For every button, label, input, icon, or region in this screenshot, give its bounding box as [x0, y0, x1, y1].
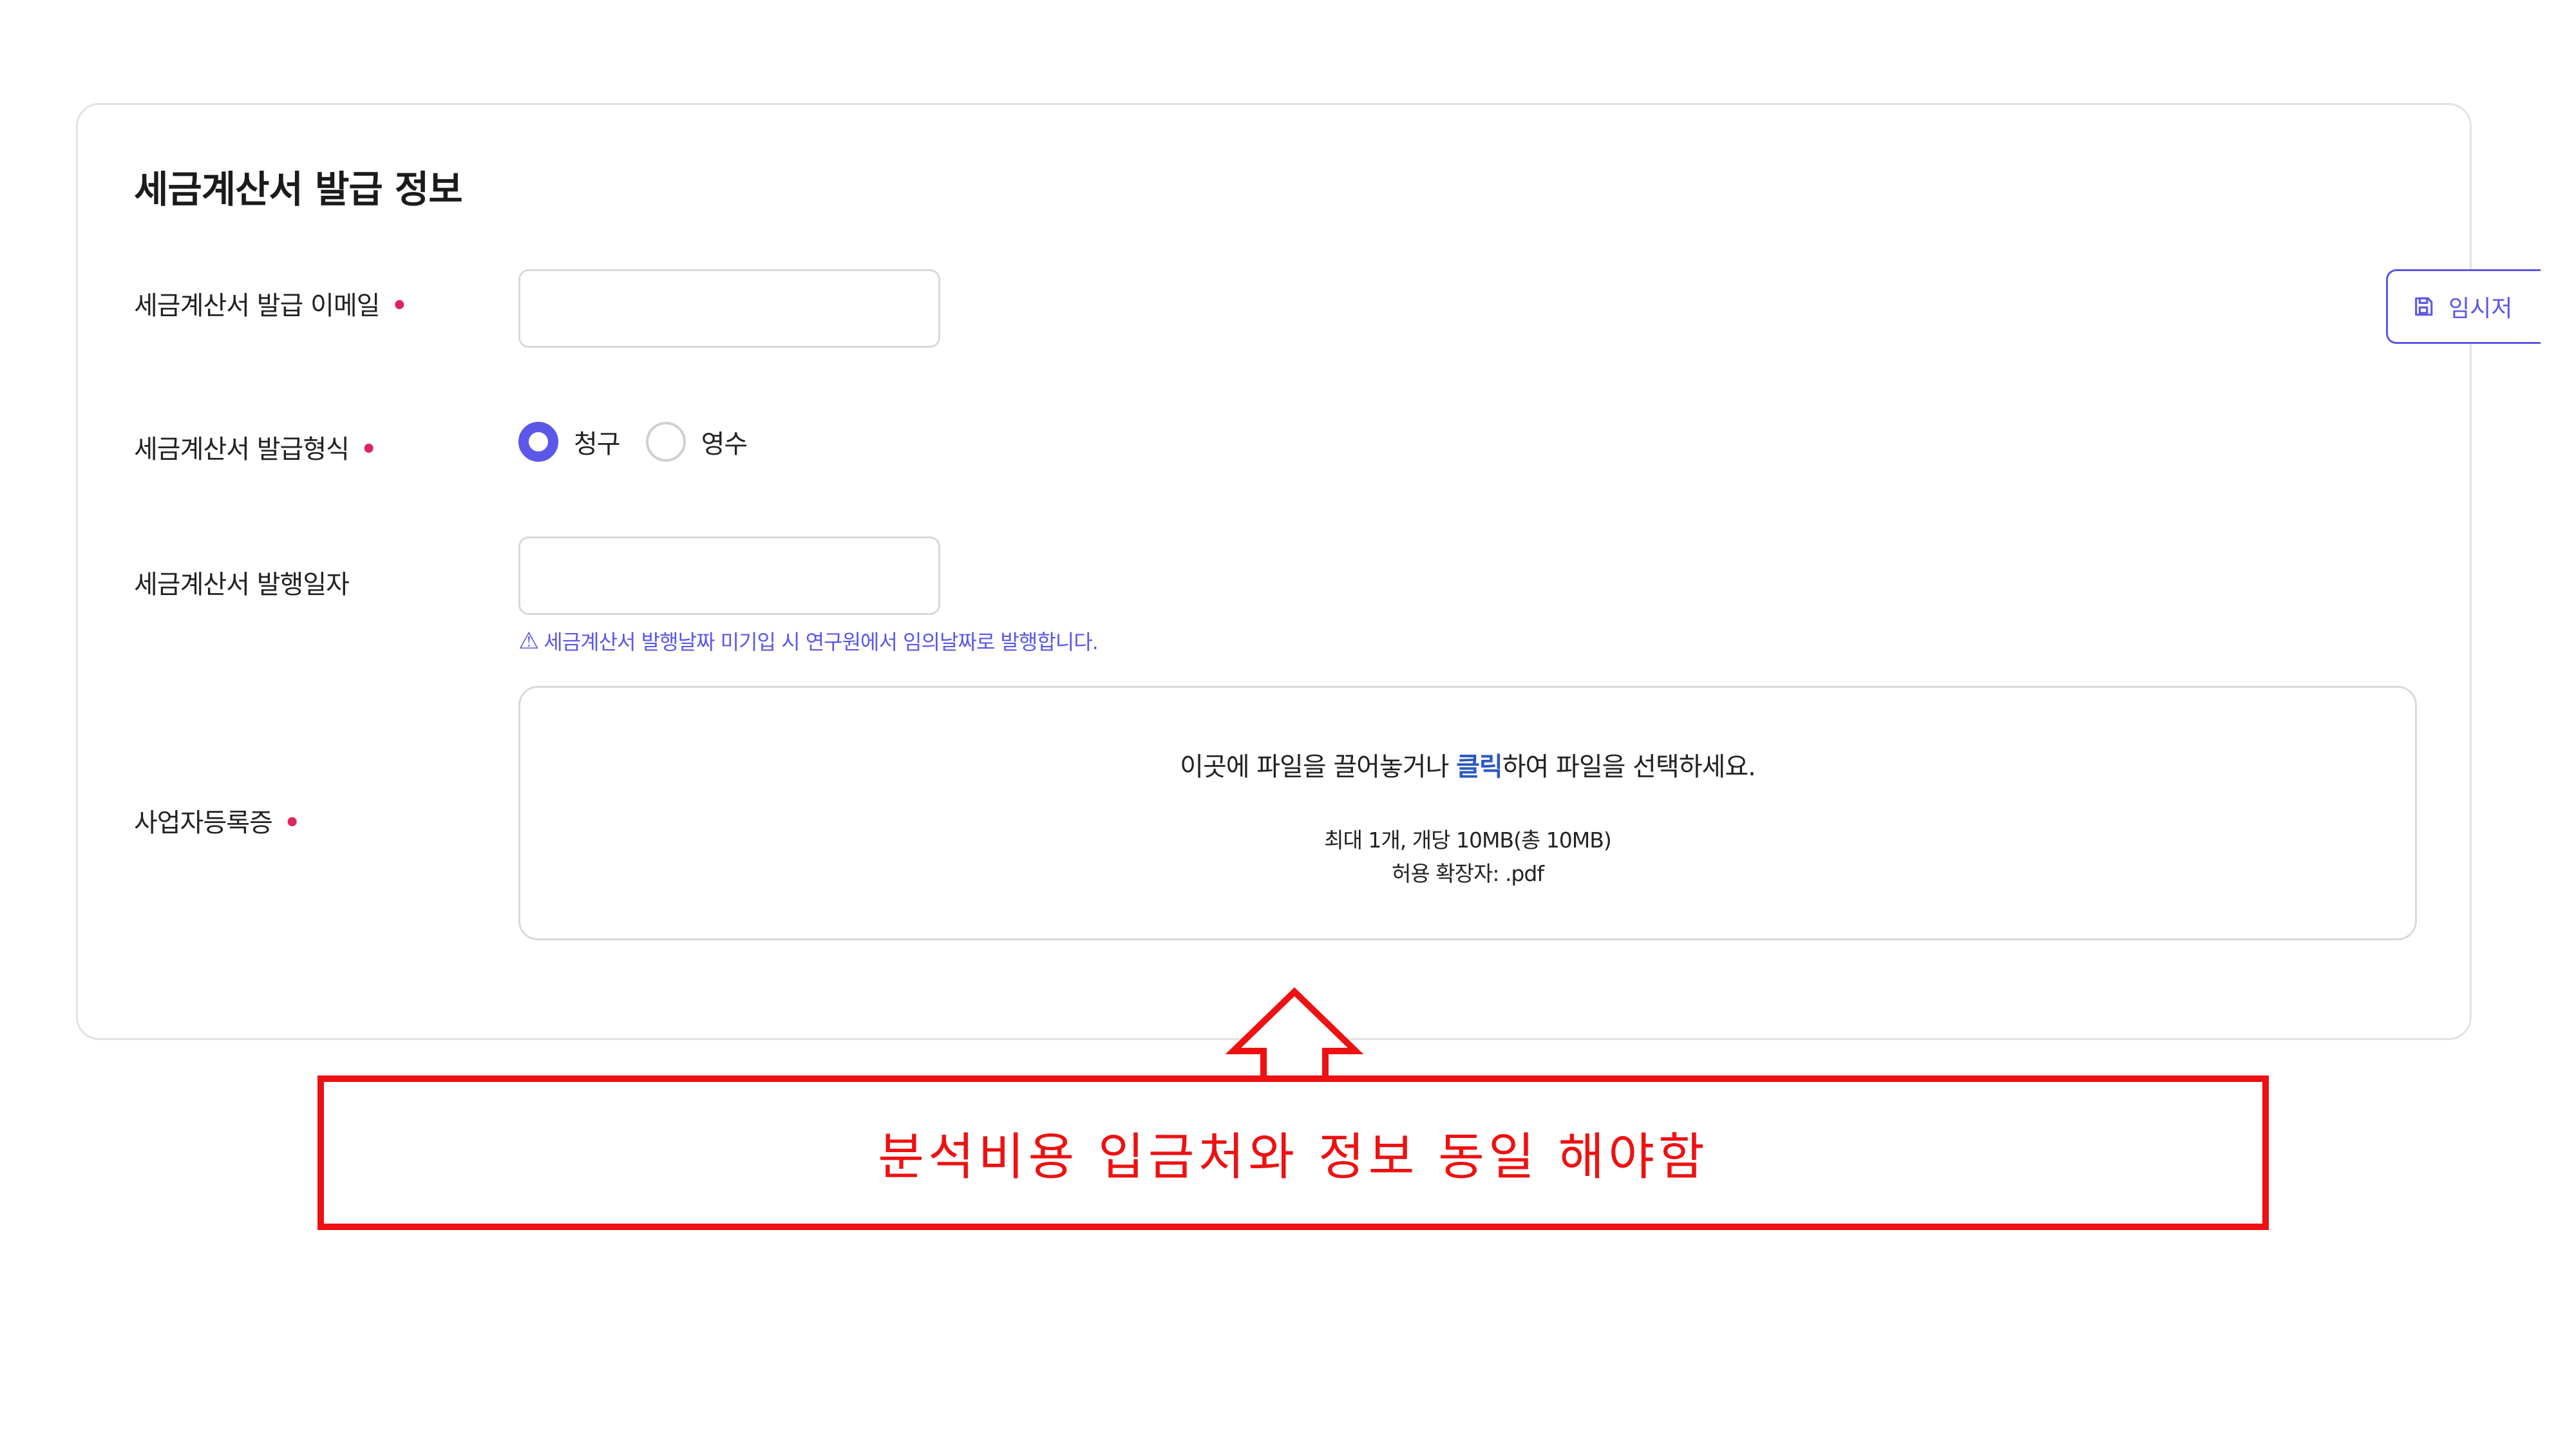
warning-text: 세금계산서 발행날짜 미기입 시 연구원에서 임의날짜로 발행합니다.	[544, 630, 1099, 654]
business-registration-label-text: 사업자등록증	[134, 808, 273, 838]
radio-checked-icon[interactable]	[518, 422, 558, 462]
temp-save-label: 임시저	[2448, 296, 2513, 322]
annotation-text: 분석비용 입금처와 정보 동일 해야함	[878, 1128, 1709, 1186]
issue-type-label: 세금계산서 발급형식 •	[134, 428, 377, 466]
issue-type-label-text: 세금계산서 발급형식	[134, 435, 350, 464]
radio-unchecked-icon[interactable]	[645, 422, 686, 462]
dropzone-text-before: 이곳에 파일을 끌어놓거나	[1180, 752, 1457, 782]
file-dropzone[interactable]: 이곳에 파일을 끌어놓거나 클릭하여 파일을 선택하세요. 최대 1개, 개당 …	[518, 686, 2417, 940]
business-registration-label: 사업자등록증 •	[134, 802, 301, 839]
dropzone-text-after: 하여 파일을 선택하세요.	[1502, 752, 1756, 782]
required-marker: •	[391, 291, 408, 321]
issue-date-label-text: 세금계산서 발행일자	[134, 570, 350, 600]
issue-type-radio-group: 청구 영수	[518, 419, 773, 465]
required-marker: •	[360, 435, 377, 464]
radio-label-receipt: 영수	[701, 430, 748, 459]
email-label: 세금계산서 발급 이메일 •	[134, 285, 408, 322]
dropzone-click-link[interactable]: 클릭	[1456, 752, 1503, 782]
required-marker: •	[283, 808, 301, 838]
radio-option-receipt[interactable]: 영수	[645, 422, 748, 462]
section-title: 세금계산서 발급 정보	[134, 167, 463, 211]
temp-save-button[interactable]: 임시저	[2386, 269, 2541, 344]
warning-triangle-icon: ⚠	[518, 627, 539, 654]
dropzone-extensions: 허용 확장자: .pdf	[1392, 861, 1544, 886]
issue-date-warning: ⚠ 세금계산서 발행날짜 미기입 시 연구원에서 임의날짜로 발행합니다.	[518, 626, 1099, 656]
annotation-up-arrow-icon	[1225, 987, 1364, 1081]
save-icon	[2415, 297, 2433, 316]
radio-option-claim[interactable]: 청구	[518, 422, 621, 462]
page: 세금계산서 발급 정보 세금계산서 발급 이메일 • 세금계산서 발급형식 • 청구…	[0, 0, 2576, 1449]
dropzone-instruction: 이곳에 파일을 끌어놓거나 클릭하여 파일을 선택하세요.	[520, 746, 2415, 783]
annotation-box: 분석비용 입금처와 정보 동일 해야함	[317, 1075, 2269, 1230]
email-input[interactable]	[518, 269, 940, 348]
email-label-text: 세금계산서 발급 이메일	[134, 291, 380, 321]
radio-label-claim: 청구	[574, 430, 621, 459]
issue-date-label: 세금계산서 발행일자	[134, 564, 350, 601]
issue-date-input[interactable]	[518, 536, 940, 615]
dropzone-limit: 최대 1개, 개당 10MB(총 10MB)	[1324, 828, 1612, 853]
